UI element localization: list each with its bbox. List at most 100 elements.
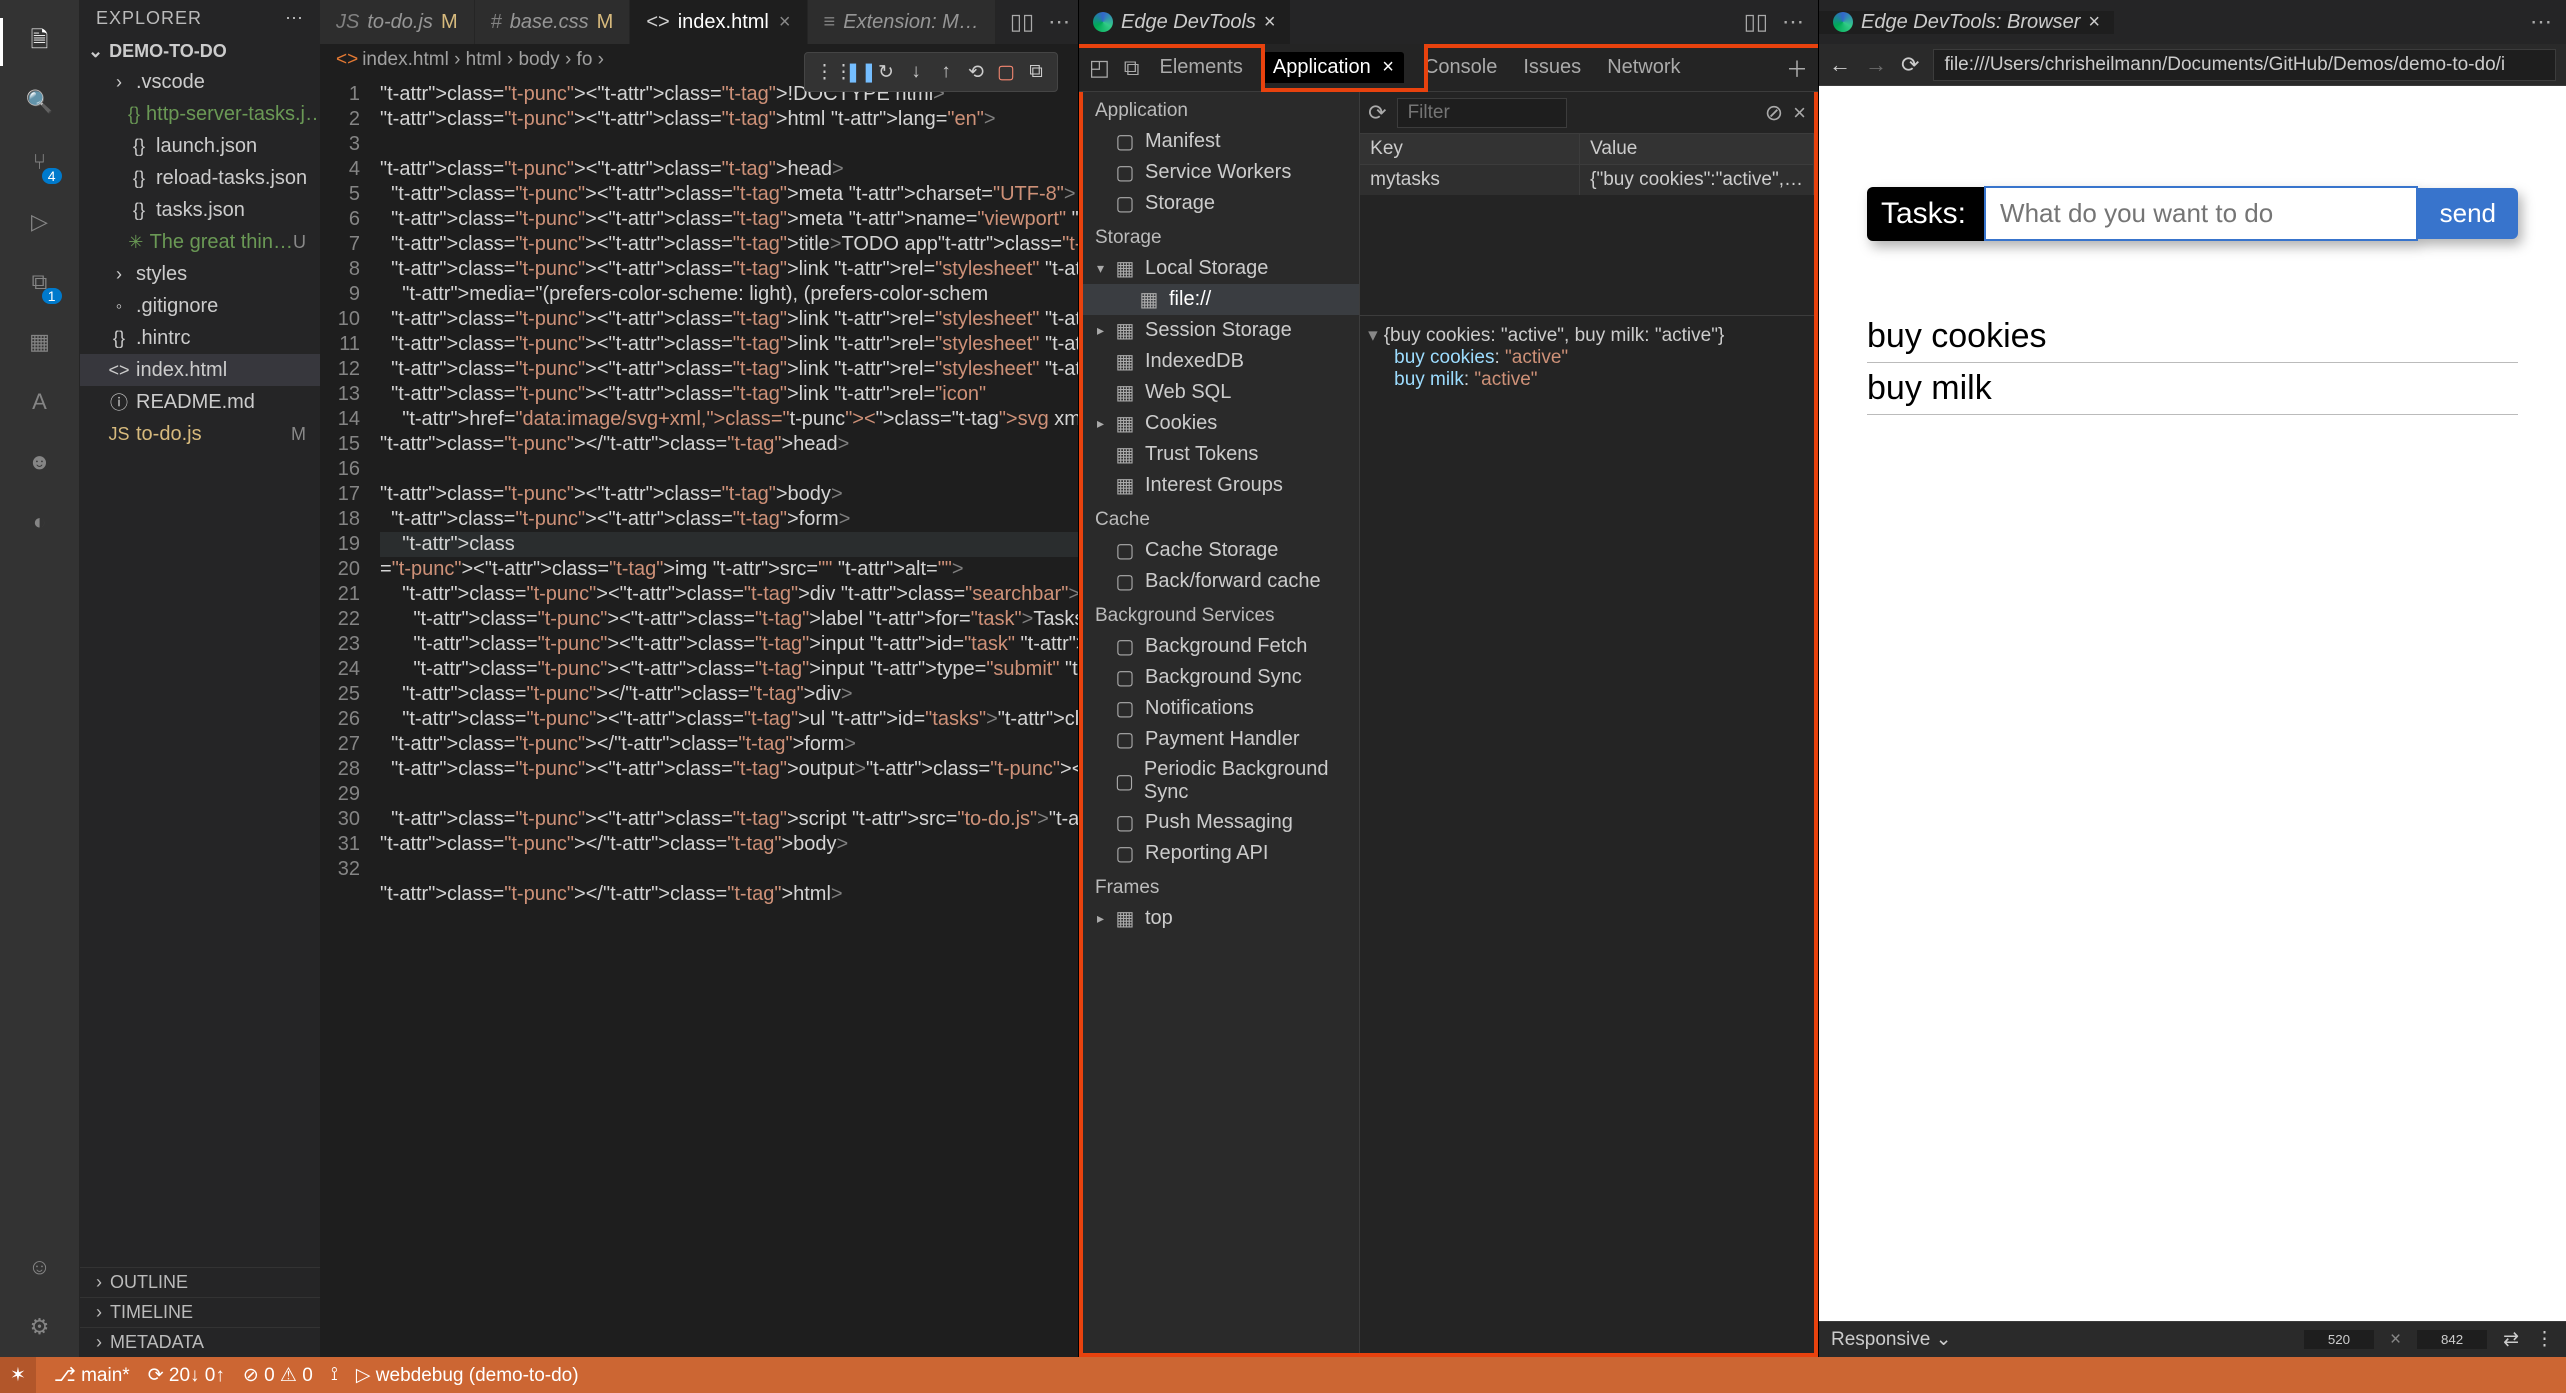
back-icon[interactable]: ← [1829, 52, 1851, 78]
item-Session Storage[interactable]: ▦Session Storage [1083, 315, 1359, 346]
width-input[interactable] [2304, 1330, 2374, 1349]
tab-base.css[interactable]: #base.cssM [475, 0, 631, 44]
file-README.md[interactable]: ⓘREADME.md [80, 386, 320, 418]
item-Trust Tokens[interactable]: ▦Trust Tokens [1083, 439, 1359, 470]
file-reload-tasks.json[interactable]: {}reload-tasks.json [80, 162, 320, 194]
split-icon[interactable]: ▯▯ [1744, 9, 1768, 35]
item-Back/forward cache[interactable]: ▢Back/forward cache [1083, 566, 1359, 597]
section-timeline[interactable]: ›TIMELINE [80, 1297, 320, 1327]
file-index.html[interactable]: <>index.html [80, 354, 320, 386]
file-to-do.js[interactable]: JSto-do.jsM [80, 418, 320, 450]
rotate-icon[interactable]: ⇄ [2503, 1328, 2519, 1351]
search-icon[interactable]: 🔍 [16, 78, 64, 126]
device-icon[interactable]: ⧉ [1124, 55, 1140, 81]
tab-network[interactable]: Network [1601, 56, 1686, 79]
more-icon[interactable]: ⋯ [1782, 9, 1804, 35]
refresh-icon[interactable]: ⟳ [1368, 100, 1386, 126]
problems[interactable]: ⊘ 0 ⚠ 0 [243, 1364, 313, 1387]
git-sync[interactable]: ⟳ 20↓ 0↑ [148, 1364, 225, 1387]
item-Manifest[interactable]: ▢Manifest [1083, 126, 1359, 157]
tab-elements[interactable]: Elements [1154, 56, 1249, 79]
tab-issues[interactable]: Issues [1517, 56, 1587, 79]
url-display[interactable]: file:///Users/chrisheilmann/Documents/Gi… [1933, 49, 2556, 81]
tab-application[interactable]: Application × [1263, 52, 1404, 83]
git-branch[interactable]: ⎇ main* [54, 1364, 130, 1387]
more-icon[interactable]: ⋮ [2535, 1328, 2554, 1351]
browser-tab[interactable]: Edge DevTools: Browser × [1819, 11, 2114, 34]
delete-icon[interactable]: × [1793, 100, 1806, 126]
debug-target[interactable]: ▷ webdebug (demo-to-do) [356, 1364, 579, 1387]
step-out-icon[interactable]: ↑ [935, 61, 957, 83]
reload-icon[interactable]: ⟳ [1901, 52, 1919, 78]
task-input[interactable] [1984, 186, 2418, 241]
step-into-icon[interactable]: ↓ [905, 61, 927, 83]
item-Interest Groups[interactable]: ▦Interest Groups [1083, 470, 1359, 501]
item-Push Messaging[interactable]: ▢Push Messaging [1083, 807, 1359, 838]
account-icon[interactable]: ☺ [16, 1243, 64, 1291]
source-control-icon[interactable]: ⑂4 [16, 138, 64, 186]
task-item[interactable]: buy cookies [1867, 311, 2518, 363]
file-tasks.json[interactable]: {}tasks.json [80, 194, 320, 226]
task-item[interactable]: buy milk [1867, 363, 2518, 415]
stop-icon[interactable]: ▢ [995, 61, 1017, 84]
edge-icon[interactable]: ◐ [16, 498, 64, 546]
value-header[interactable]: Value [1580, 134, 1814, 164]
copilot-icon[interactable]: ☻ [16, 438, 64, 486]
item-IndexedDB[interactable]: ▦IndexedDB [1083, 346, 1359, 377]
item-Local Storage[interactable]: ▦Local Storage [1083, 253, 1359, 284]
item-Storage[interactable]: ▢Storage [1083, 188, 1359, 219]
explorer-icon[interactable]: 🗎 [16, 18, 64, 66]
remote-explorer-icon[interactable]: ⧉1 [16, 258, 64, 306]
tab-index.html[interactable]: <>index.html× [630, 0, 807, 44]
file-http-server-tasks.j…[interactable]: {}http-server-tasks.j…U [80, 98, 320, 130]
file-styles[interactable]: ›styles [80, 258, 320, 290]
item-Web SQL[interactable]: ▦Web SQL [1083, 377, 1359, 408]
responsive-dropdown[interactable]: Responsive ⌄ [1831, 1328, 1951, 1351]
item-Reporting API[interactable]: ▢Reporting API [1083, 838, 1359, 869]
item-Background Sync[interactable]: ▢Background Sync [1083, 662, 1359, 693]
ports[interactable]: ⟟ [331, 1364, 338, 1386]
item-Service Workers[interactable]: ▢Service Workers [1083, 157, 1359, 188]
item-Notifications[interactable]: ▢Notifications [1083, 693, 1359, 724]
split-icon[interactable]: ▯▯ [1010, 9, 1034, 35]
run-debug-icon[interactable]: ▷ [16, 198, 64, 246]
folder-header[interactable]: ⌄ DEMO-TO-DO [80, 37, 320, 66]
drag-handle-icon[interactable]: ⋮⋮ [815, 61, 837, 84]
extensions-icon[interactable]: ▦ [16, 318, 64, 366]
detach-icon[interactable]: ⧉ [1025, 61, 1047, 83]
storage-row[interactable]: mytasks{"buy cookies":"active",… [1360, 165, 1814, 195]
file-.hintrc[interactable]: {}.hintrc [80, 322, 320, 354]
item-Cookies[interactable]: ▦Cookies [1083, 408, 1359, 439]
item-file://[interactable]: ▦file:// [1083, 284, 1359, 315]
item-Cache Storage[interactable]: ▢Cache Storage [1083, 535, 1359, 566]
more-icon[interactable]: ⋯ [2530, 9, 2552, 35]
remote-indicator[interactable]: ✶ [0, 1357, 36, 1393]
file-The great thin…[interactable]: ✳The great thin…U [80, 226, 320, 258]
inspect-icon[interactable]: ◰ [1089, 55, 1110, 81]
restart-icon[interactable]: ⟲ [965, 61, 987, 84]
step-over-icon[interactable]: ↻ [875, 61, 897, 84]
clear-icon[interactable]: ⊘ [1765, 100, 1783, 126]
close-icon[interactable]: × [1382, 56, 1394, 78]
more-icon[interactable]: ⋯ [1048, 9, 1070, 35]
tab-console[interactable]: Console [1418, 56, 1503, 79]
section-outline[interactable]: ›OUTLINE [80, 1267, 320, 1297]
add-tab-icon[interactable]: ＋ [1786, 52, 1808, 84]
forward-icon[interactable]: → [1865, 52, 1887, 78]
file-.vscode[interactable]: ›.vscode [80, 66, 320, 98]
tab-Extension: M…[interactable]: ≡Extension: M… [808, 0, 996, 44]
send-button[interactable]: send [2418, 188, 2518, 239]
expand-arrow-icon[interactable]: ▾ [1368, 325, 1378, 346]
close-icon[interactable]: × [2088, 11, 2100, 34]
file-launch.json[interactable]: {}launch.json [80, 130, 320, 162]
close-icon[interactable]: × [779, 11, 791, 34]
azure-icon[interactable]: A [16, 378, 64, 426]
item-Payment Handler[interactable]: ▢Payment Handler [1083, 724, 1359, 755]
pause-icon[interactable]: ❚❚ [845, 61, 867, 84]
key-header[interactable]: Key [1360, 134, 1580, 164]
settings-gear-icon[interactable]: ⚙ [16, 1303, 64, 1351]
tab-to-do.js[interactable]: JSto-do.jsM [320, 0, 475, 44]
devtools-tab[interactable]: Edge DevTools × [1079, 0, 1290, 44]
item-top[interactable]: ▦top [1083, 903, 1359, 934]
item-Periodic Background Sync[interactable]: ▢Periodic Background Sync [1083, 755, 1359, 807]
